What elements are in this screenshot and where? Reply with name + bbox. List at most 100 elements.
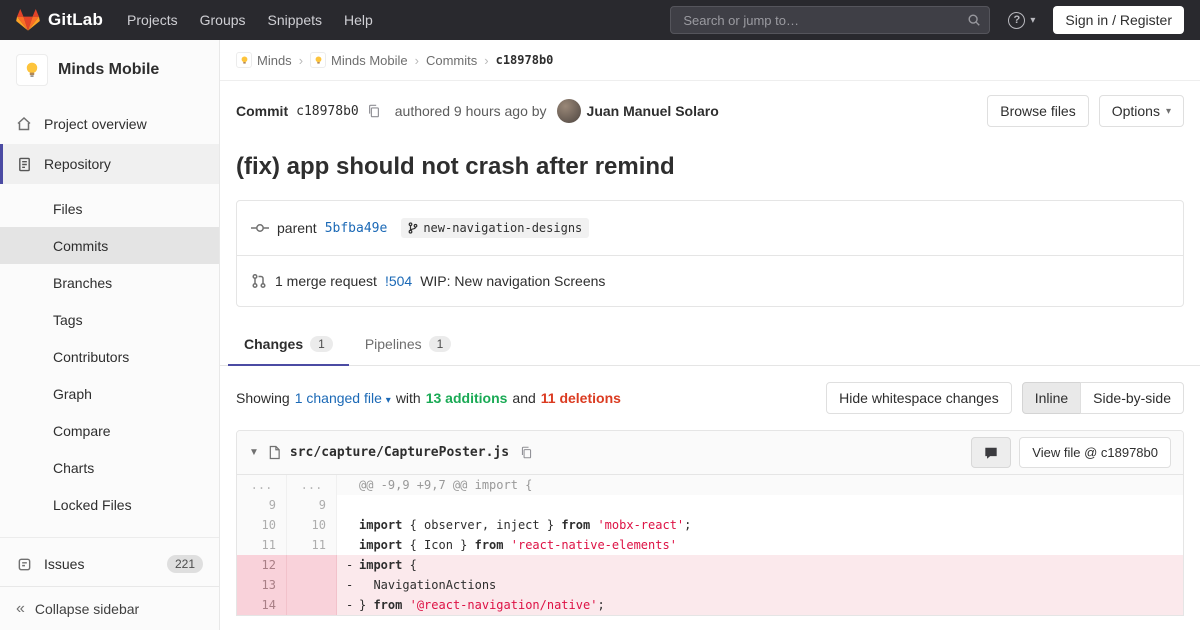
commit-tabs: Changes 1 Pipelines 1 (220, 323, 1200, 366)
breadcrumb-item-minds-mobile[interactable]: Minds Mobile (310, 52, 408, 68)
nav-item-help[interactable]: Help (344, 12, 373, 28)
old-line-number[interactable]: 14 (237, 595, 287, 615)
breadcrumb-label: Minds (257, 53, 292, 68)
diff-file-header: ▼ src/capture/CapturePoster.js (237, 431, 1183, 475)
sign-in-button[interactable]: Sign in / Register (1053, 6, 1184, 34)
diff-code-line: import { Icon } from 'react-native-eleme… (337, 535, 1183, 555)
new-line-number[interactable] (287, 555, 337, 575)
browse-files-button[interactable]: Browse files (987, 95, 1088, 127)
sidebar-item-project-overview[interactable]: Project overview (0, 104, 219, 144)
branch-ref-tag[interactable]: new-navigation-designs (401, 218, 589, 238)
new-line-number[interactable] (287, 595, 337, 615)
tab-count-badge: 1 (310, 336, 333, 352)
collapse-file-chevron-icon[interactable]: ▼ (249, 447, 259, 458)
diff-mode-toggle: Inline Side-by-side (1022, 382, 1184, 414)
view-file-button[interactable]: View file @ c18978b0 (1019, 437, 1171, 468)
search-box (670, 6, 990, 34)
copy-icon (367, 106, 381, 121)
changed-files-dropdown[interactable]: 1 changed file ▾ (295, 390, 391, 406)
gitlab-logo-link[interactable]: GitLab (16, 8, 103, 32)
brand-name: GitLab (48, 10, 103, 30)
commit-info-box: parent 5bfba49e new-navigation-designs (236, 200, 1184, 307)
main-content: Minds › Minds Mobile › Commits › c18978b… (220, 0, 1200, 616)
repo-subnav: FilesCommitsBranchesTagsContributorsGrap… (0, 184, 219, 531)
sidebar-item-contributors[interactable]: Contributors (0, 338, 219, 375)
sidebar-item-commits[interactable]: Commits (0, 227, 219, 264)
group-avatar-icon (236, 52, 252, 68)
old-line-number[interactable]: 10 (237, 515, 287, 535)
diff-table: ......@@ -9,9 +9,7 @@ import {991010impo… (237, 475, 1183, 615)
breadcrumb-label: Commits (426, 53, 477, 68)
diff-code-line: - NavigationActions (337, 575, 1183, 595)
old-line-number[interactable]: 12 (237, 555, 287, 575)
new-line-number[interactable]: 10 (287, 515, 337, 535)
search-icon[interactable] (967, 13, 981, 27)
old-line-number[interactable]: 9 (237, 495, 287, 515)
help-dropdown[interactable]: ? ▾ (1008, 12, 1035, 29)
tab-pipelines[interactable]: Pipelines 1 (349, 323, 468, 365)
sidebar-item-tags[interactable]: Tags (0, 301, 219, 338)
commit-label: Commit (236, 103, 288, 119)
old-line-number[interactable]: 11 (237, 535, 287, 555)
toggle-comments-button[interactable] (971, 437, 1011, 468)
author-avatar[interactable] (557, 99, 581, 123)
sidebar-item-locked-files[interactable]: Locked Files (0, 486, 219, 523)
old-line-number[interactable]: 13 (237, 575, 287, 595)
author-name-link[interactable]: Juan Manuel Solaro (587, 103, 719, 119)
chevron-down-icon: ▾ (386, 395, 391, 406)
sidebar-item-label: Issues (44, 556, 84, 572)
chevron-down-icon: ▾ (1030, 15, 1035, 26)
diff-row: 12 -import { (237, 555, 1183, 575)
breadcrumb-item-minds[interactable]: Minds (236, 52, 292, 68)
project-header[interactable]: Minds Mobile (0, 40, 219, 98)
copy-file-path-button[interactable] (518, 444, 535, 461)
navbar-menu: Projects Groups Snippets Help (127, 12, 373, 28)
sidebar-item-files[interactable]: Files (0, 190, 219, 227)
issues-icon (16, 557, 32, 572)
merge-request-ref-link[interactable]: !504 (385, 273, 412, 289)
new-line-number[interactable]: 9 (287, 495, 337, 515)
diff-row: ......@@ -9,9 +9,7 @@ import { (237, 475, 1183, 495)
tab-count-badge: 1 (429, 336, 452, 352)
diff-file-path[interactable]: src/capture/CapturePoster.js (290, 445, 509, 460)
hide-whitespace-button[interactable]: Hide whitespace changes (826, 382, 1012, 414)
gitlab-tanuki-icon (16, 8, 40, 32)
collapse-sidebar-button[interactable]: « Collapse sidebar (0, 586, 219, 630)
old-line-number[interactable]: ... (237, 475, 287, 495)
sidebar-item-branches[interactable]: Branches (0, 264, 219, 301)
new-line-number[interactable]: 11 (287, 535, 337, 555)
sidebar-divider (0, 537, 219, 538)
showing-label: Showing (236, 390, 290, 406)
new-line-number[interactable] (287, 575, 337, 595)
search-input[interactable] (670, 6, 990, 34)
tab-changes[interactable]: Changes 1 (228, 323, 349, 365)
sidebar-item-charts[interactable]: Charts (0, 449, 219, 486)
sidebar-item-compare[interactable]: Compare (0, 412, 219, 449)
project-sidebar: Minds Mobile Project overview Repository… (0, 40, 220, 630)
sidebar-item-issues[interactable]: Issues 221 (0, 544, 219, 584)
and-label: and (512, 390, 535, 406)
nav-item-projects[interactable]: Projects (127, 12, 178, 28)
question-icon: ? (1008, 12, 1025, 29)
nav-item-groups[interactable]: Groups (200, 12, 246, 28)
sidebar-item-repository[interactable]: Repository (0, 144, 219, 184)
parent-commit-row: parent 5bfba49e new-navigation-designs (237, 201, 1183, 255)
copy-sha-button[interactable] (365, 102, 383, 120)
tab-label: Pipelines (365, 336, 422, 352)
side-by-side-view-button[interactable]: Side-by-side (1080, 382, 1184, 414)
inline-view-button[interactable]: Inline (1022, 382, 1081, 414)
commit-actions: Browse files Options ▾ (987, 95, 1184, 127)
sidebar-item-graph[interactable]: Graph (0, 375, 219, 412)
diff-code-line: -import { (337, 555, 1183, 575)
breadcrumb-separator: › (415, 53, 419, 68)
nav-item-snippets[interactable]: Snippets (268, 12, 322, 28)
options-dropdown-button[interactable]: Options ▾ (1099, 95, 1184, 127)
breadcrumb-item-commits[interactable]: Commits (426, 53, 477, 68)
merge-request-title: WIP: New navigation Screens (420, 273, 605, 289)
commit-meta-row: Commit c18978b0 authored 9 hours ago by … (220, 81, 1200, 141)
issues-count-badge: 221 (167, 555, 203, 573)
parent-sha-link[interactable]: 5bfba49e (325, 221, 388, 236)
additions-count: 13 additions (426, 390, 508, 406)
collapse-label: Collapse sidebar (35, 601, 139, 617)
new-line-number[interactable]: ... (287, 475, 337, 495)
